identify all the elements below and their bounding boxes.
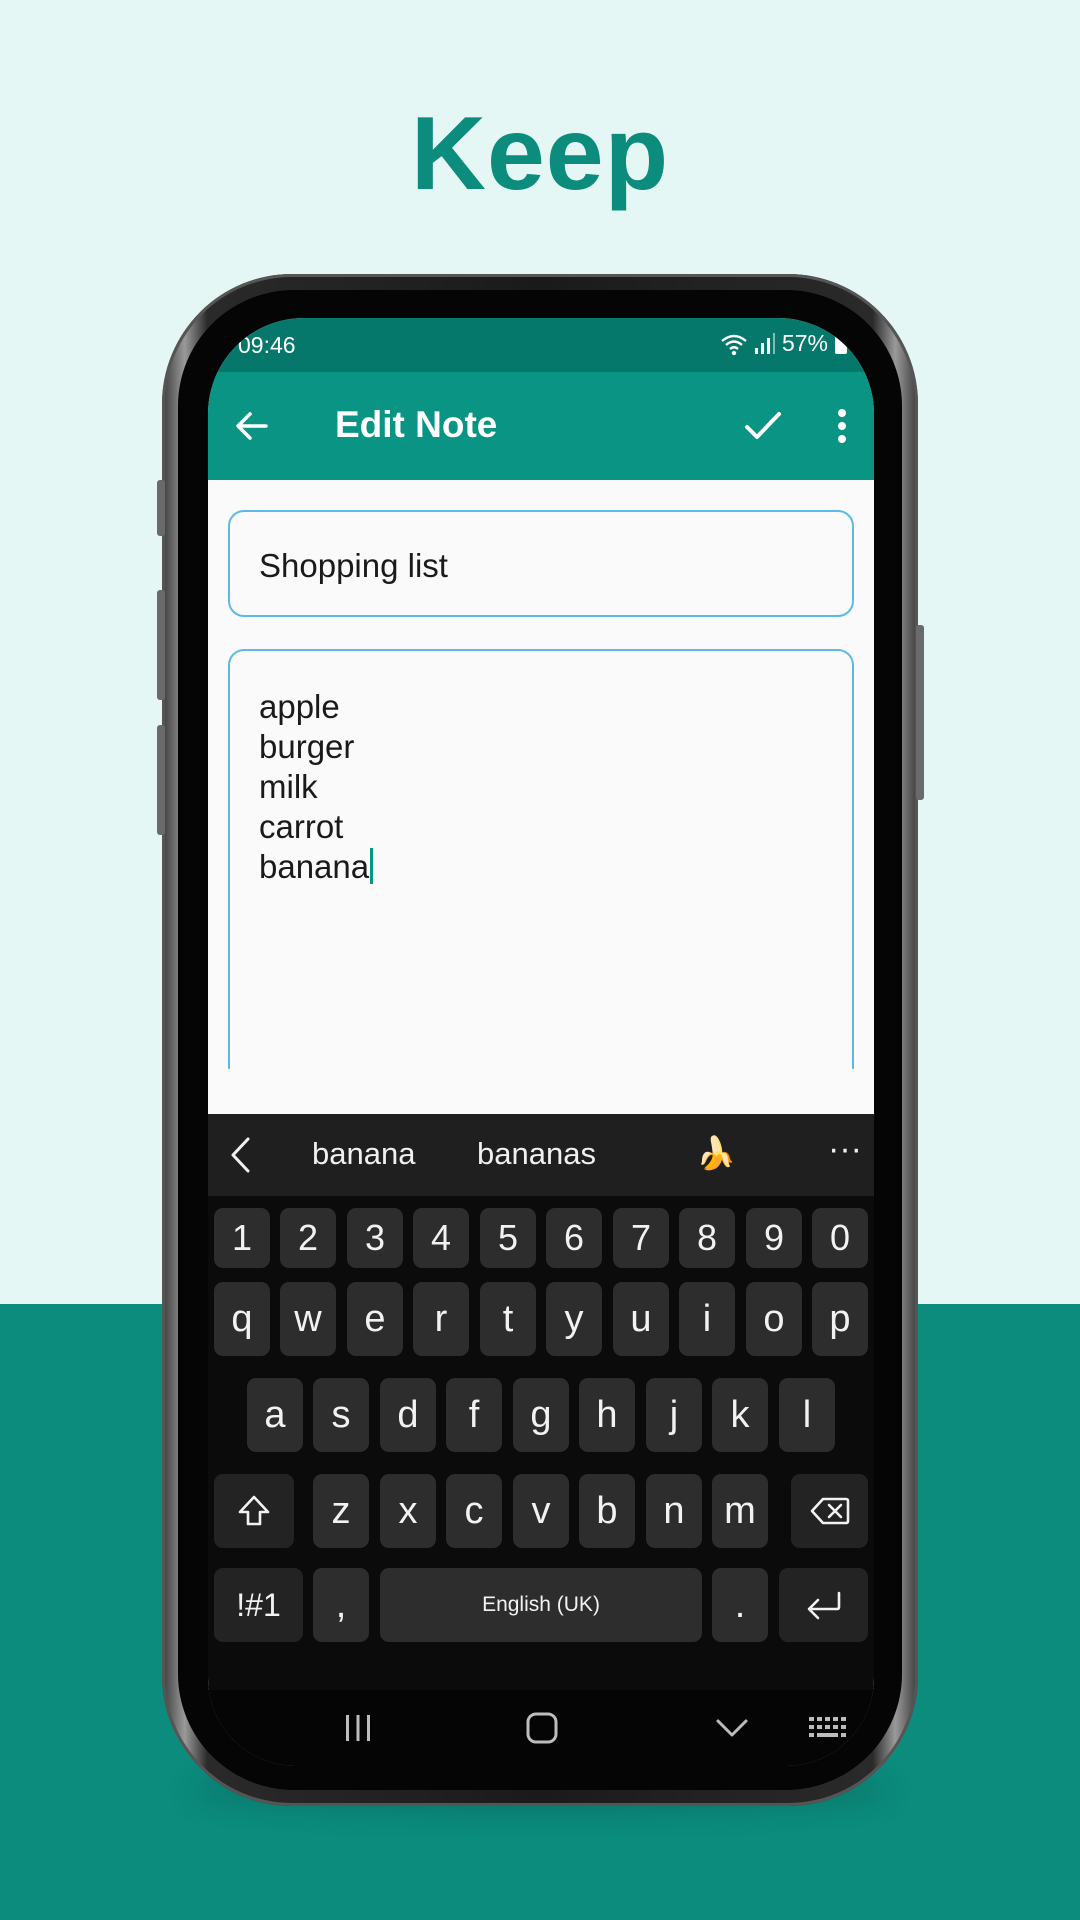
side-button bbox=[916, 625, 924, 800]
app-bar: Edit Note bbox=[208, 372, 874, 480]
status-time: 09:46 bbox=[238, 332, 296, 358]
note-title-text: Shopping list bbox=[259, 547, 448, 584]
key-2[interactable]: 2 bbox=[280, 1208, 336, 1268]
suggestion-item[interactable]: banana bbox=[312, 1136, 415, 1172]
page-title: Edit Note bbox=[335, 404, 498, 445]
key-h[interactable]: h bbox=[579, 1378, 635, 1452]
key-g[interactable]: g bbox=[513, 1378, 569, 1452]
recent-apps-button[interactable] bbox=[328, 1708, 388, 1748]
phone-screen: 09:46 57% Edit Note Shopping list apple … bbox=[208, 318, 874, 1766]
comma-key[interactable]: , bbox=[313, 1568, 369, 1642]
side-button bbox=[157, 725, 165, 835]
more-suggestions-button[interactable]: ··· bbox=[828, 1130, 862, 1169]
key-a[interactable]: a bbox=[247, 1378, 303, 1452]
signal-icon bbox=[754, 332, 775, 354]
system-navigation-bar bbox=[208, 1690, 874, 1766]
hide-keyboard-button[interactable] bbox=[702, 1708, 762, 1748]
key-c[interactable]: c bbox=[446, 1474, 502, 1548]
shift-icon bbox=[238, 1495, 270, 1526]
collapse-suggestions-button[interactable] bbox=[228, 1136, 252, 1182]
note-line: apple bbox=[259, 688, 340, 725]
note-title-field[interactable]: Shopping list bbox=[228, 510, 854, 617]
note-line: milk bbox=[259, 768, 318, 805]
key-i[interactable]: i bbox=[679, 1282, 735, 1356]
note-body-field[interactable]: apple burger milk carrot banana bbox=[228, 649, 854, 1069]
key-1[interactable]: 1 bbox=[214, 1208, 270, 1268]
back-button[interactable] bbox=[228, 402, 276, 450]
key-u[interactable]: u bbox=[613, 1282, 669, 1356]
key-3[interactable]: 3 bbox=[347, 1208, 403, 1268]
shift-key[interactable] bbox=[214, 1474, 294, 1548]
key-s[interactable]: s bbox=[313, 1378, 369, 1452]
key-b[interactable]: b bbox=[579, 1474, 635, 1548]
status-icons: 57% bbox=[720, 330, 848, 357]
key-q[interactable]: q bbox=[214, 1282, 270, 1356]
home-button[interactable] bbox=[512, 1708, 572, 1748]
key-l[interactable]: l bbox=[779, 1378, 835, 1452]
key-z[interactable]: z bbox=[313, 1474, 369, 1548]
recent-apps-icon bbox=[346, 1715, 370, 1741]
suggestion-bar: banana bananas 🍌 ··· bbox=[208, 1114, 874, 1196]
home-icon bbox=[526, 1712, 558, 1744]
key-p[interactable]: p bbox=[812, 1282, 868, 1356]
status-bar: 09:46 57% bbox=[208, 318, 874, 372]
key-0[interactable]: 0 bbox=[812, 1208, 868, 1268]
key-x[interactable]: x bbox=[380, 1474, 436, 1548]
key-w[interactable]: w bbox=[280, 1282, 336, 1356]
period-key[interactable]: . bbox=[712, 1568, 768, 1642]
keyboard-switch-button[interactable] bbox=[804, 1708, 854, 1748]
space-key[interactable]: English (UK) bbox=[380, 1568, 702, 1642]
key-6[interactable]: 6 bbox=[546, 1208, 602, 1268]
key-t[interactable]: t bbox=[480, 1282, 536, 1356]
check-icon bbox=[745, 412, 781, 439]
key-e[interactable]: e bbox=[347, 1282, 403, 1356]
key-j[interactable]: j bbox=[646, 1378, 702, 1452]
headline: Keep bbox=[410, 96, 670, 212]
key-r[interactable]: r bbox=[413, 1282, 469, 1356]
chevron-down-icon bbox=[716, 1719, 748, 1737]
note-line: burger bbox=[259, 728, 355, 765]
side-button bbox=[157, 480, 165, 536]
emoji-suggestion[interactable]: 🍌 bbox=[696, 1134, 736, 1172]
note-line: carrot bbox=[259, 808, 344, 845]
key-k[interactable]: k bbox=[712, 1378, 768, 1452]
key-v[interactable]: v bbox=[513, 1474, 569, 1548]
key-f[interactable]: f bbox=[446, 1378, 502, 1452]
note-body-text: apple burger milk carrot banana bbox=[259, 687, 374, 887]
more-vert-icon bbox=[838, 409, 846, 443]
battery-icon bbox=[835, 332, 847, 354]
save-button[interactable] bbox=[739, 402, 787, 450]
overflow-menu-button[interactable] bbox=[818, 402, 866, 450]
keyboard: banana bananas 🍌 ··· 1 2 3 4 5 6 7 8 9 0… bbox=[208, 1114, 874, 1766]
enter-key[interactable] bbox=[779, 1568, 868, 1642]
keyboard-icon bbox=[809, 1717, 846, 1737]
chevron-left-icon bbox=[231, 1137, 250, 1173]
key-7[interactable]: 7 bbox=[613, 1208, 669, 1268]
key-n[interactable]: n bbox=[646, 1474, 702, 1548]
text-cursor bbox=[370, 848, 374, 884]
wifi-icon bbox=[721, 334, 747, 355]
battery-percent: 57% bbox=[781, 330, 828, 356]
backspace-icon bbox=[810, 1497, 849, 1525]
key-m[interactable]: m bbox=[712, 1474, 768, 1548]
note-line-last: banana bbox=[259, 847, 374, 887]
key-4[interactable]: 4 bbox=[413, 1208, 469, 1268]
backspace-key[interactable] bbox=[791, 1474, 868, 1548]
key-y[interactable]: y bbox=[546, 1282, 602, 1356]
key-9[interactable]: 9 bbox=[746, 1208, 802, 1268]
arrow-left-icon bbox=[236, 412, 268, 440]
key-o[interactable]: o bbox=[746, 1282, 802, 1356]
enter-icon bbox=[807, 1591, 840, 1620]
key-d[interactable]: d bbox=[380, 1378, 436, 1452]
key-8[interactable]: 8 bbox=[679, 1208, 735, 1268]
symbols-key[interactable]: !#1 bbox=[214, 1568, 303, 1642]
side-button bbox=[157, 590, 165, 700]
note-line: banana bbox=[259, 848, 370, 885]
suggestion-item[interactable]: bananas bbox=[477, 1136, 596, 1172]
key-5[interactable]: 5 bbox=[480, 1208, 536, 1268]
